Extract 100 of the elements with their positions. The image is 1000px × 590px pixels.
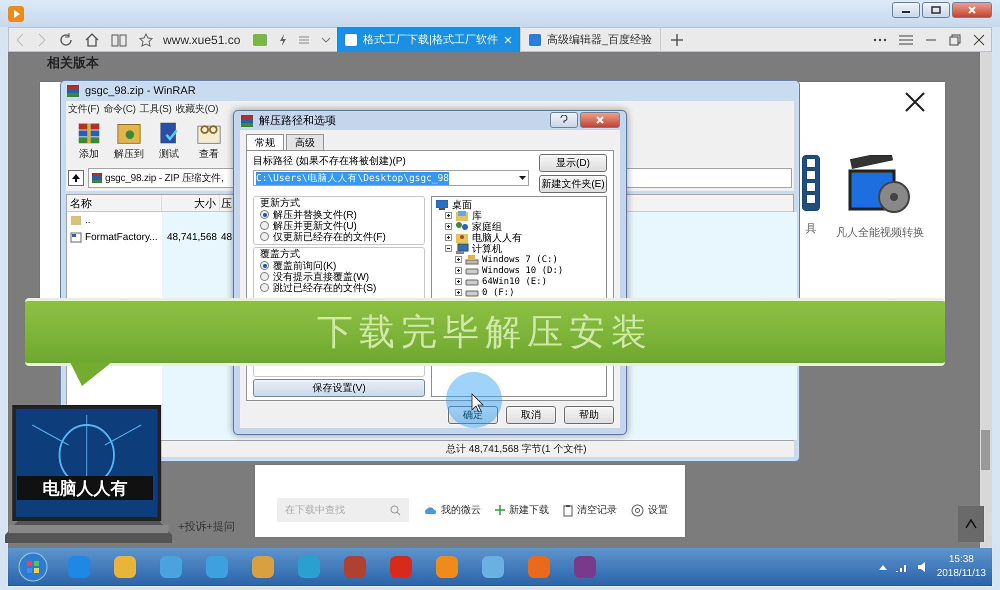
tree-item[interactable]: 电脑人人有 [445, 232, 603, 243]
app-icon [158, 554, 184, 580]
computer-icon [455, 243, 469, 254]
star-icon [139, 32, 153, 46]
tree-item[interactable]: 计算机 [445, 243, 603, 254]
more-icon [873, 38, 887, 42]
clock-time: 15:38 [948, 553, 974, 567]
new-tab-button[interactable] [670, 34, 683, 46]
folder-icon [70, 215, 82, 226]
expander-icon[interactable] [445, 223, 452, 230]
user-folder-icon [455, 232, 469, 243]
radio-option[interactable]: 仅更新已经存在的文件(F) [260, 231, 418, 242]
tree-item[interactable]: 64Win10 (E:) [455, 276, 603, 287]
dialog-button[interactable]: 新建文件夹(E) [539, 175, 607, 193]
reader-icon [253, 34, 267, 46]
toolbar-action[interactable]: 新建下载 [495, 503, 549, 517]
app-icon [480, 554, 506, 580]
app-label[interactable]: 凡人全能视频转换 [836, 225, 924, 240]
plus-icon [495, 505, 505, 515]
dialog-button[interactable]: 取消 [506, 406, 556, 424]
expander-icon[interactable] [455, 289, 462, 296]
close-icon [967, 6, 977, 14]
app-label[interactable]: 具 [806, 221, 816, 236]
expander-icon[interactable] [455, 267, 462, 274]
file-name[interactable]: FormatFactory... [67, 232, 162, 243]
section-heading: 相关版本 [47, 54, 99, 72]
toolbar-action[interactable]: 设置 [631, 503, 668, 517]
close-icon [973, 34, 985, 46]
app-icon [66, 554, 92, 580]
desktop-icon [435, 199, 449, 210]
close-icon [905, 92, 925, 112]
scrollbar-thumb[interactable] [981, 430, 990, 470]
toolbar-action[interactable]: 我的微云 [423, 503, 481, 517]
search-icon [390, 504, 401, 516]
radio-option[interactable]: 覆盖前询问(K) [260, 260, 418, 271]
tree-item[interactable]: Windows 10 (D:) [455, 265, 603, 276]
minimize-button[interactable] [892, 2, 920, 18]
save-settings-button[interactable]: 保存设置(V) [253, 379, 425, 397]
menu-item[interactable]: 收藏夹(O) [176, 102, 218, 116]
toolbar-action[interactable]: 清空记录 [563, 503, 617, 517]
plus-icon [670, 34, 683, 46]
people-icon [455, 221, 469, 232]
file-icon [70, 232, 82, 243]
app-icon [342, 554, 368, 580]
expander-icon[interactable] [445, 212, 452, 219]
chevron-up-icon [965, 519, 977, 529]
help-button[interactable] [550, 112, 578, 128]
system-drive-icon [465, 254, 479, 265]
close-icon [595, 116, 605, 124]
dialog-button[interactable]: 显示(D) [539, 154, 607, 172]
address-text[interactable]: www.xue51.co [159, 32, 247, 46]
forward-icon [37, 32, 47, 46]
expander-icon[interactable] [455, 278, 462, 285]
banner-tail [70, 362, 112, 386]
app-icon [204, 554, 230, 580]
dialog-tab[interactable]: 常规 [246, 134, 284, 150]
up-folder-button[interactable] [68, 170, 84, 186]
up-arrow-icon [71, 173, 81, 183]
expander-icon[interactable] [445, 245, 452, 252]
winrar-icon [91, 172, 103, 184]
tab-favicon-icon [345, 34, 357, 46]
app-icon [572, 554, 598, 580]
packed-size: 48, [220, 232, 236, 243]
tree-item[interactable]: 库 [445, 210, 603, 221]
toolbar-button[interactable]: 测试 [154, 121, 184, 161]
radio-option[interactable]: 跳过已经存在的文件(S) [260, 282, 418, 293]
library-folder-icon [455, 210, 469, 221]
dialog-button[interactable]: 帮助 [564, 406, 614, 424]
home-icon [85, 32, 99, 46]
expander-icon[interactable] [445, 234, 452, 241]
menu-item[interactable]: 文件(F) [68, 102, 100, 116]
menu-item[interactable]: 工具(S) [140, 102, 172, 116]
radio-option[interactable]: 没有提示直接覆盖(W) [260, 271, 418, 282]
maximize-icon [931, 6, 941, 14]
toolbar-button[interactable]: 解压到 [114, 121, 144, 161]
refresh-icon [59, 32, 73, 46]
maximize-button[interactable] [922, 2, 950, 18]
toolbar-button[interactable]: 添加 [74, 121, 104, 161]
tree-item[interactable]: 0 (F:) [455, 287, 603, 298]
radio-option[interactable]: 解压并替换文件(R) [260, 209, 418, 220]
signal-icon [894, 562, 909, 572]
file-size: 48,741,568 [166, 232, 218, 243]
window-title: gsgc_98.zip - WinRAR [85, 85, 196, 97]
toolbar-button[interactable]: 查看 [194, 121, 224, 161]
scroll-top-button[interactable] [958, 506, 984, 542]
menu-item[interactable]: 命令(C) [103, 102, 136, 116]
lightning-icon [279, 34, 287, 46]
dialog-tab[interactable]: 高级 [286, 134, 324, 150]
file-name[interactable]: .. [67, 215, 162, 226]
column-header[interactable]: 名称 [67, 195, 162, 211]
winrar-icon [240, 114, 254, 128]
column-header[interactable]: 大小 [162, 195, 220, 211]
radio-option[interactable]: 解压并更新文件(U) [260, 220, 418, 231]
tree-item[interactable]: 家庭组 [445, 221, 603, 232]
app-icon [296, 554, 322, 580]
tree-item[interactable]: Windows 7 (C:) [455, 254, 603, 265]
group-title: 更新方式 [260, 198, 301, 209]
app-icon [112, 554, 138, 580]
expander-icon[interactable] [455, 256, 462, 263]
tree-item[interactable]: 桌面 [435, 199, 603, 210]
